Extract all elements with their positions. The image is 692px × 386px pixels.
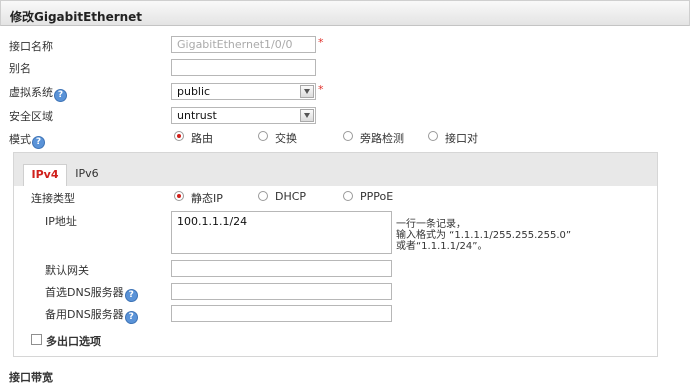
- dns2-input[interactable]: [171, 305, 392, 322]
- mode-radio-route[interactable]: [174, 131, 184, 141]
- dns1-input[interactable]: [171, 283, 392, 300]
- conn-option-pppoe[interactable]: PPPoE: [360, 190, 393, 203]
- ip-config-panel: IPv4 IPv6: [13, 152, 658, 357]
- conn-radio-dhcp[interactable]: [258, 191, 268, 201]
- mode-option-route[interactable]: 路由: [191, 130, 213, 146]
- help-icon[interactable]: ?: [124, 311, 138, 324]
- required-mark: *: [318, 83, 324, 96]
- conn-radio-pppoe[interactable]: [343, 191, 353, 201]
- alias-input[interactable]: [171, 59, 316, 76]
- dialog-header: 修改GigabitEthernet: [0, 0, 690, 26]
- mode-radio-switch[interactable]: [258, 131, 268, 141]
- vsys-select-value: public: [177, 85, 211, 98]
- help-icon[interactable]: ?: [54, 89, 67, 102]
- help-icon[interactable]: ?: [124, 289, 138, 302]
- ip-hint-line-3: 或者“1.1.1.1/24”。: [396, 241, 488, 252]
- vsys-select[interactable]: public: [171, 83, 316, 100]
- conn-radio-static[interactable]: [174, 191, 184, 201]
- conn-option-dhcp[interactable]: DHCP: [275, 190, 306, 203]
- zone-label: 安全区域: [9, 110, 53, 123]
- mode-label: 模式?: [9, 131, 45, 149]
- tab-ipv4[interactable]: IPv4: [23, 164, 67, 186]
- interface-name-field: GigabitEthernet1/0/0: [171, 36, 316, 53]
- mode-radio-bypass[interactable]: [343, 131, 353, 141]
- dns2-label: 备用DNS服务器?: [45, 306, 138, 324]
- mode-option-switch[interactable]: 交换: [275, 130, 297, 146]
- tab-bar: IPv4 IPv6: [14, 153, 657, 186]
- gateway-label: 默认网关: [45, 264, 89, 277]
- chevron-down-icon[interactable]: [300, 109, 314, 122]
- multi-exit-label[interactable]: 多出口选项: [46, 333, 101, 349]
- ip-hint-line-2: 输入格式为 “1.1.1.1/255.255.255.0”: [396, 230, 572, 241]
- ip-address-textarea[interactable]: 100.1.1.1/24: [171, 211, 392, 254]
- zone-select[interactable]: untrust: [171, 107, 316, 124]
- conn-type-label: 连接类型: [31, 192, 75, 205]
- dns1-label: 首选DNS服务器?: [45, 284, 138, 302]
- tab-ipv6[interactable]: IPv6: [69, 164, 105, 186]
- zone-select-value: untrust: [177, 109, 217, 122]
- alias-label: 别名: [9, 62, 31, 75]
- ip-hint-line-1: 一行一条记录，: [396, 219, 466, 230]
- gateway-input[interactable]: [171, 260, 392, 277]
- mode-label-text: 模式: [9, 133, 31, 146]
- mode-option-bypass[interactable]: 旁路检测: [360, 130, 404, 146]
- required-mark: *: [318, 36, 324, 49]
- vsys-label: 虚拟系统?: [9, 84, 67, 102]
- dns1-label-text: 首选DNS服务器: [45, 286, 124, 299]
- multi-exit-checkbox[interactable]: [31, 334, 42, 345]
- dns2-label-text: 备用DNS服务器: [45, 308, 124, 321]
- mode-radio-pair[interactable]: [428, 131, 438, 141]
- bandwidth-section-title: 接口带宽: [9, 371, 53, 384]
- chevron-down-icon[interactable]: [300, 85, 314, 98]
- ip-address-label: IP地址: [45, 215, 77, 228]
- interface-name-label: 接口名称: [9, 40, 53, 53]
- conn-option-static[interactable]: 静态IP: [191, 190, 223, 206]
- vsys-label-text: 虚拟系统: [9, 86, 53, 99]
- mode-option-pair[interactable]: 接口对: [445, 130, 478, 146]
- help-icon[interactable]: ?: [32, 136, 45, 149]
- dialog-title: 修改GigabitEthernet: [10, 10, 143, 24]
